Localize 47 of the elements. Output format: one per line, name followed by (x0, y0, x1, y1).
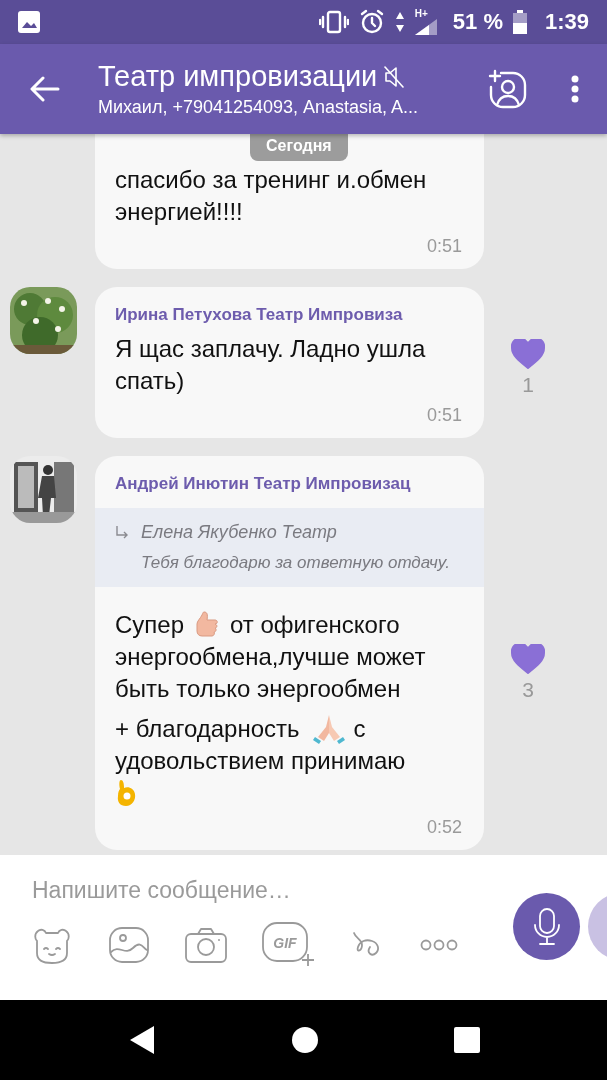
sender-name: Андрей Инютин Театр Импровизац (114, 473, 412, 495)
message-text: с (353, 714, 366, 744)
battery-percent: 51 % (452, 9, 503, 35)
message-text: Я щас заплачу. Ладно ушла (115, 334, 426, 364)
message-time: 0:51 (425, 404, 463, 427)
battery-icon (512, 10, 527, 34)
clock: 1:39 (544, 9, 589, 35)
heart-icon[interactable] (511, 339, 545, 369)
quoted-text: Тебя благодарю за ответную отдачу. (141, 553, 451, 573)
message-text: быть только энергообмен (115, 674, 401, 704)
recents-nav-button[interactable] (453, 1027, 480, 1053)
message-input[interactable]: Напишите сообщение… (32, 877, 467, 904)
chat-participants: Михаил, +79041254093, Anastasia, A... (98, 97, 420, 118)
sender-name: Ирина Петухова Театр Импровиза (114, 304, 404, 326)
message-text: спать) (115, 366, 185, 396)
more-button[interactable] (420, 939, 458, 951)
message-text: энергией!!!! (115, 197, 243, 227)
alarm-icon (358, 9, 385, 35)
thumbs-up-icon (194, 610, 221, 640)
back-button[interactable] (30, 76, 60, 102)
message-text: удовольствием принимаю (115, 746, 406, 776)
message-text: энергообмена,лучше может (115, 642, 426, 672)
heart-icon[interactable] (511, 644, 545, 674)
camera-button[interactable] (184, 926, 228, 964)
message-time: 0:52 (425, 816, 463, 839)
microphone-icon (532, 906, 561, 947)
quoted-reply[interactable]: Елена Якубенко Театр Тебя благодарю за ответную отдачу. (95, 508, 484, 587)
data-arrows-icon (394, 11, 405, 33)
reply-arrow-icon (115, 525, 129, 541)
signal-icon (414, 19, 437, 35)
home-nav-button[interactable] (290, 1026, 319, 1054)
message-text: + благодарность (115, 714, 300, 744)
date-badge: Сегодня (250, 134, 348, 161)
message-text: Супер (115, 610, 185, 640)
gallery-button[interactable] (108, 926, 150, 964)
message-text: от офигенского (230, 610, 400, 640)
add-participant-button[interactable] (487, 69, 527, 109)
chat-title: Театр импровизации (98, 60, 378, 93)
like-count: 1 (522, 373, 534, 397)
like-count: 3 (522, 678, 534, 702)
more-options-button[interactable] (571, 75, 579, 103)
quoted-sender: Елена Якубенко Театр (141, 522, 338, 543)
image-icon (18, 11, 40, 33)
message-text: спасибо за тренинг и.обмен (115, 165, 427, 195)
message-time: 0:51 (425, 235, 463, 258)
vibrate-icon (318, 10, 349, 34)
network-type: H+ (414, 9, 428, 19)
